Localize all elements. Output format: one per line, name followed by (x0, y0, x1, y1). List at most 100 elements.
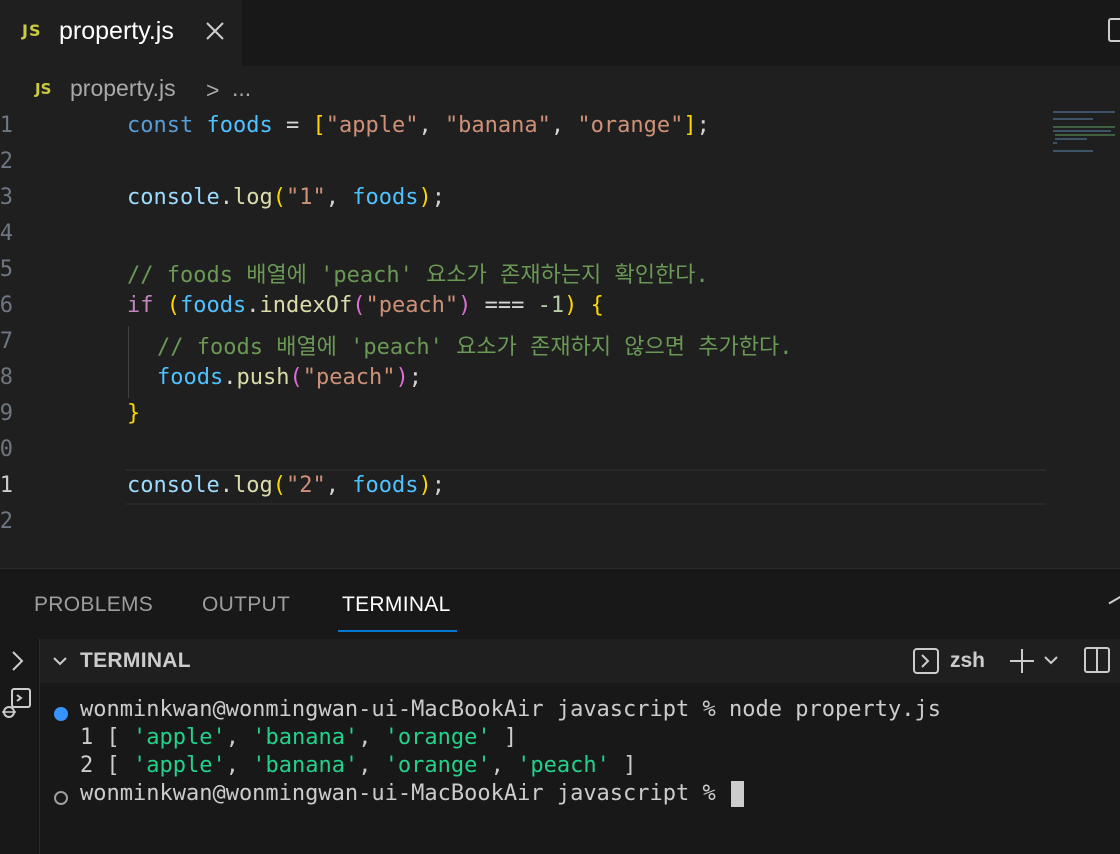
token: "orange" (577, 113, 684, 138)
token: ( (289, 365, 303, 390)
array-item: 'apple' (133, 753, 226, 778)
tab-filename: property.js (59, 17, 174, 45)
output-label: 2 (80, 753, 107, 778)
line-number: 5 (0, 257, 13, 282)
terminal-output[interactable]: wonminkwan@wonmingwan-ui-MacBookAir java… (40, 683, 1120, 854)
command-success-dot[interactable] (54, 707, 68, 721)
code-line-10[interactable]: 10 (0, 434, 1060, 470)
split-editor-icon[interactable] (1108, 18, 1120, 42)
chevron-right-icon[interactable] (8, 649, 28, 673)
minimap[interactable] (1053, 110, 1120, 170)
code-line-4[interactable]: 4 (0, 218, 1060, 254)
token: foods (352, 473, 419, 498)
token: console (127, 185, 220, 210)
tab-bar: JS property.js (0, 0, 1120, 66)
bracket: [ (106, 725, 133, 750)
code-line-2[interactable]: 2 (0, 146, 1060, 182)
shell-name[interactable]: zsh (950, 649, 985, 673)
editor-tab-property-js[interactable]: JS property.js (0, 0, 242, 66)
token: log (232, 473, 273, 498)
token: log (232, 185, 273, 210)
token: indexOf (259, 293, 353, 318)
code-line-6[interactable]: 6 if (foods.indexOf("peach") === -1) { (0, 290, 1060, 326)
token: foods (352, 185, 419, 210)
token: foods (180, 293, 247, 318)
code-line-9[interactable]: 9 } (0, 398, 1060, 434)
token: "peach" (365, 293, 459, 318)
breadcrumb-symbols[interactable]: ... (232, 75, 251, 102)
token: "2" (285, 473, 326, 498)
token: } (127, 401, 141, 426)
separator: , (225, 753, 253, 778)
token: "1" (285, 185, 326, 210)
token: ( (272, 473, 286, 498)
tab-terminal[interactable]: TERMINAL (342, 593, 451, 617)
maximize-panel-icon[interactable] (1108, 595, 1120, 605)
code-line-11[interactable]: 11 console.log("2", foods); (0, 470, 1060, 506)
comment: // foods 배열에 'peach' 요소가 존재하는지 확인한다. (127, 263, 709, 288)
array-item: 'banana' (252, 725, 359, 750)
line-number: 4 (0, 221, 13, 246)
line-number: 8 (0, 365, 13, 390)
token: ( (272, 185, 286, 210)
chevron-down-icon[interactable] (52, 653, 68, 669)
terminal-section-title: TERMINAL (80, 649, 191, 672)
command: node property.js (729, 697, 941, 722)
code-line-3[interactable]: 3 console.log("1", foods); (0, 182, 1060, 218)
tab-problems[interactable]: PROBLEMS (34, 593, 153, 617)
token: . (219, 473, 233, 498)
breadcrumb-file[interactable]: property.js (70, 75, 176, 102)
token: , (325, 473, 353, 498)
bottom-panel: PROBLEMS OUTPUT TERMINAL TERMINAL zsh wo… (0, 568, 1120, 854)
chevron-down-icon[interactable] (1042, 653, 1060, 669)
debug-console-icon[interactable] (0, 687, 34, 721)
token: ( (352, 293, 366, 318)
terminal-side-strip (0, 639, 40, 854)
prompt: wonminkwan@wonmingwan-ui-MacBookAir java… (80, 697, 730, 722)
token: ; (431, 473, 445, 498)
line-number: 6 (0, 293, 13, 318)
array-item: 'orange' (384, 753, 491, 778)
separator: , (225, 725, 253, 750)
code-line-1[interactable]: 1 const foods = ["apple", "banana", "ora… (0, 110, 1060, 146)
javascript-file-icon: JS (35, 80, 52, 98)
token: ) (418, 185, 432, 210)
token: { (590, 293, 604, 318)
terminal-shell-icon[interactable] (912, 647, 940, 675)
token: ) (564, 293, 578, 318)
code-line-12[interactable]: 12 (0, 506, 1060, 542)
code-line-7[interactable]: 7 // foods 배열에 'peach' 요소가 존재하지 않으면 추가한다… (0, 326, 1060, 362)
line-number: 2 (0, 149, 13, 174)
close-icon[interactable] (204, 18, 226, 44)
token: foods (206, 113, 273, 138)
terminal-line-prompt[interactable]: wonminkwan@wonmingwan-ui-MacBookAir java… (80, 781, 745, 807)
plus-icon[interactable] (1008, 647, 1036, 675)
array-item: 'apple' (133, 725, 226, 750)
comment: // foods 배열에 'peach' 요소가 존재하지 않으면 추가한다. (157, 335, 793, 360)
array-item: 'banana' (252, 753, 359, 778)
tab-output[interactable]: OUTPUT (202, 593, 290, 617)
token: "apple" (325, 113, 419, 138)
token: ( (166, 293, 180, 318)
token: const (127, 113, 194, 138)
javascript-file-icon: JS (22, 21, 42, 40)
terminal-header: TERMINAL zsh (40, 639, 1120, 683)
token: -1 (537, 293, 565, 318)
token: === (471, 293, 538, 318)
array-item: 'orange' (384, 725, 491, 750)
token: push (236, 365, 290, 390)
bracket: ] (609, 753, 637, 778)
token: if (127, 293, 154, 318)
separator: , (358, 753, 385, 778)
bracket: ] (490, 725, 518, 750)
code-editor[interactable]: 1 const foods = ["apple", "banana", "ora… (0, 110, 1120, 568)
code-line-5[interactable]: 5 // foods 배열에 'peach' 요소가 존재하는지 확인한다. (0, 254, 1060, 290)
separator: , (490, 753, 518, 778)
command-pending-dot[interactable] (54, 791, 68, 805)
split-terminal-icon[interactable] (1082, 645, 1112, 675)
token: = (272, 113, 313, 138)
token: console (127, 473, 220, 498)
code-line-8[interactable]: 8 foods.push("peach"); (0, 362, 1060, 398)
line-number: 3 (0, 185, 13, 210)
